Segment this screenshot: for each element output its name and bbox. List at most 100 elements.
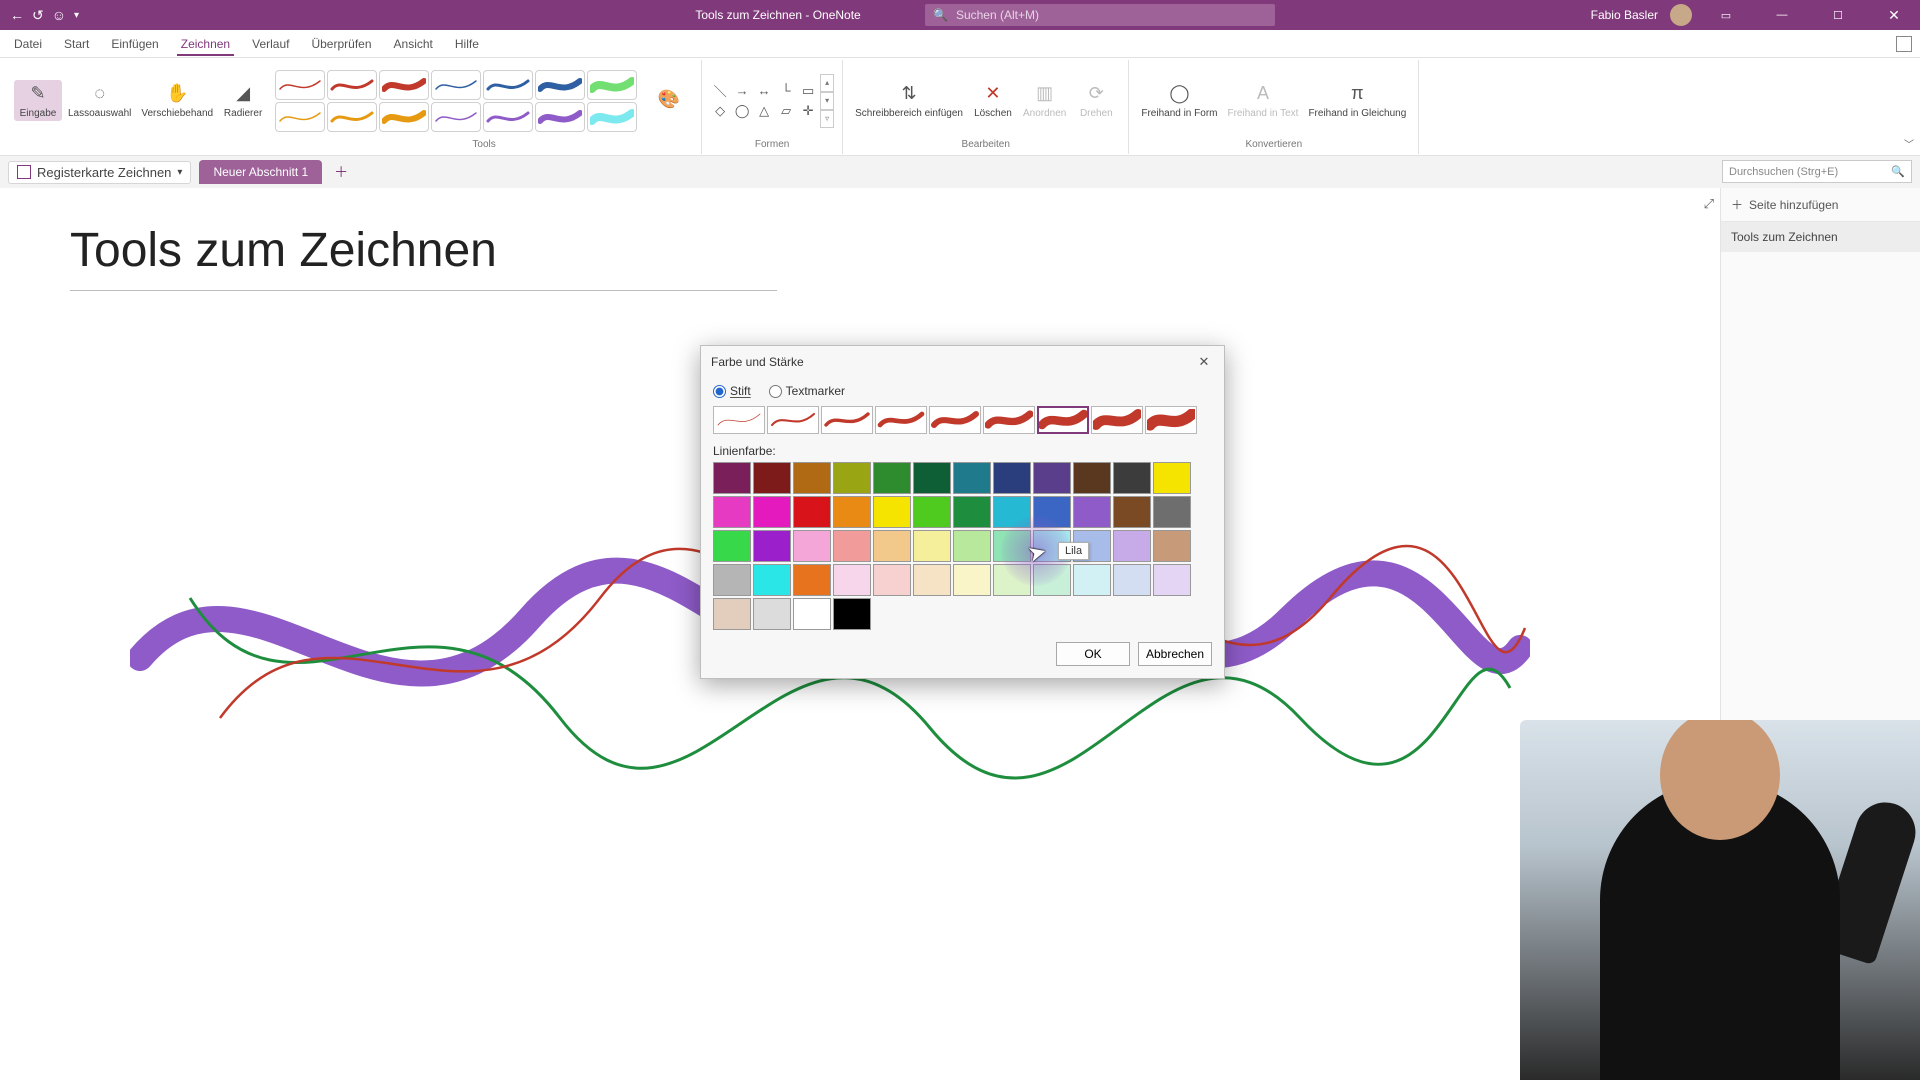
color-swatch[interactable] [953, 496, 991, 528]
color-swatch[interactable] [833, 496, 871, 528]
touch-mode-icon[interactable]: ☺ [52, 7, 66, 23]
color-swatch[interactable] [1113, 496, 1151, 528]
ink-to-math-button[interactable]: πFreihand in Gleichung [1304, 80, 1410, 121]
shape-arrow[interactable]: → [732, 82, 752, 100]
color-swatch[interactable] [713, 564, 751, 596]
pen-swatch[interactable] [587, 102, 637, 132]
section-tab[interactable]: Neuer Abschnitt 1 [199, 160, 322, 184]
color-swatch[interactable] [913, 564, 951, 596]
cancel-button[interactable]: Abbrechen [1138, 642, 1212, 666]
undo-icon[interactable]: ↺ [32, 7, 44, 24]
color-swatch[interactable] [913, 496, 951, 528]
tab-help[interactable]: Hilfe [445, 33, 489, 55]
color-swatch[interactable] [1153, 496, 1191, 528]
pen-swatch[interactable] [431, 70, 481, 100]
dialog-close-button[interactable]: ✕ [1194, 352, 1214, 372]
color-swatch[interactable] [873, 462, 911, 494]
color-swatch[interactable] [713, 598, 751, 630]
tab-review[interactable]: Überprüfen [301, 33, 381, 55]
thickness-swatch[interactable] [821, 406, 873, 434]
shape-diamond[interactable]: ◇ [710, 102, 730, 120]
pen-swatch[interactable] [275, 102, 325, 132]
color-swatch[interactable] [1033, 496, 1071, 528]
color-swatch[interactable] [753, 462, 791, 494]
color-swatch[interactable] [1153, 564, 1191, 596]
page-title[interactable]: Tools zum Zeichnen [70, 223, 777, 291]
shape-gallery-scroll[interactable]: ▴▾▿ [820, 74, 834, 128]
shape-line[interactable]: ＼ [710, 82, 730, 100]
tab-draw[interactable]: Zeichnen [171, 33, 240, 55]
delete-button[interactable]: ✕Löschen [969, 80, 1017, 121]
user-name[interactable]: Fabio Basler [1591, 8, 1658, 22]
shape-triangle[interactable]: △ [754, 102, 774, 120]
color-swatch[interactable] [1073, 564, 1111, 596]
color-swatch[interactable] [873, 496, 911, 528]
add-section-button[interactable]: ＋ [330, 161, 352, 183]
color-swatch[interactable] [1073, 462, 1111, 494]
color-swatch[interactable] [833, 598, 871, 630]
color-swatch[interactable] [793, 598, 831, 630]
color-swatch[interactable] [993, 496, 1031, 528]
thickness-swatch[interactable] [1037, 406, 1089, 434]
color-swatch[interactable] [913, 462, 951, 494]
radio-highlighter-input[interactable] [769, 385, 782, 398]
color-swatch[interactable] [993, 564, 1031, 596]
color-swatch[interactable] [953, 462, 991, 494]
search-box[interactable]: 🔍 Suchen (Alt+M) [925, 4, 1275, 26]
color-swatch[interactable] [953, 564, 991, 596]
page-list-item[interactable]: Tools zum Zeichnen [1721, 222, 1920, 252]
tab-view[interactable]: Ansicht [384, 33, 443, 55]
color-swatch[interactable] [913, 530, 951, 562]
color-swatch[interactable] [713, 496, 751, 528]
shape-ellipse[interactable]: ◯ [732, 102, 752, 120]
color-swatch[interactable] [793, 530, 831, 562]
pen-swatch[interactable] [275, 70, 325, 100]
radio-pen-input[interactable] [713, 385, 726, 398]
color-swatch[interactable] [953, 530, 991, 562]
ok-button[interactable]: OK [1056, 642, 1130, 666]
pan-button[interactable]: ✋Verschiebehand [137, 80, 217, 121]
color-swatch[interactable] [833, 462, 871, 494]
color-swatch[interactable] [793, 462, 831, 494]
close-button[interactable]: ✕ [1872, 0, 1916, 30]
shape-axes[interactable]: ✛ [798, 102, 818, 120]
tab-insert[interactable]: Einfügen [101, 33, 168, 55]
color-swatch[interactable] [753, 496, 791, 528]
color-swatch[interactable] [1113, 462, 1151, 494]
tab-home[interactable]: Start [54, 33, 99, 55]
share-icon[interactable] [1896, 36, 1912, 52]
color-swatch[interactable] [1033, 462, 1071, 494]
page-search[interactable]: Durchsuchen (Strg+E) 🔍 [1722, 160, 1912, 183]
color-swatch[interactable] [833, 564, 871, 596]
pen-swatch[interactable] [483, 70, 533, 100]
ribbon-mode-icon[interactable]: ▭ [1704, 0, 1748, 30]
tab-file[interactable]: Datei [4, 33, 52, 55]
color-swatch[interactable] [1113, 564, 1151, 596]
color-swatch[interactable] [993, 462, 1031, 494]
color-swatch[interactable] [1153, 530, 1191, 562]
tab-history[interactable]: Verlauf [242, 33, 299, 55]
pen-swatch[interactable] [379, 102, 429, 132]
thickness-swatch[interactable] [1145, 406, 1197, 434]
color-swatch[interactable] [1073, 496, 1111, 528]
lasso-button[interactable]: ◌Lassoauswahl [64, 80, 135, 121]
input-mode-button[interactable]: ✎Eingabe [14, 80, 62, 121]
color-swatch[interactable] [873, 530, 911, 562]
pen-swatch[interactable] [379, 70, 429, 100]
full-page-icon[interactable]: ⤢ [1704, 196, 1714, 212]
thickness-swatch[interactable] [713, 406, 765, 434]
add-page-button[interactable]: ＋Seite hinzufügen [1721, 188, 1920, 222]
color-swatch[interactable] [793, 564, 831, 596]
color-swatch[interactable] [753, 564, 791, 596]
color-swatch[interactable] [873, 564, 911, 596]
pen-swatch[interactable] [535, 70, 585, 100]
eraser-button[interactable]: ◢Radierer [219, 80, 267, 121]
ink-to-shape-button[interactable]: ◯Freihand in Form [1137, 80, 1221, 121]
thickness-swatch[interactable] [983, 406, 1035, 434]
color-thickness-button[interactable]: 🎨 [645, 86, 693, 116]
avatar[interactable] [1670, 4, 1692, 26]
minimize-button[interactable]: — [1760, 0, 1804, 30]
insert-space-button[interactable]: ⇅Schreibbereich einfügen [851, 80, 967, 121]
color-swatch[interactable] [713, 462, 751, 494]
color-swatch[interactable] [1153, 462, 1191, 494]
